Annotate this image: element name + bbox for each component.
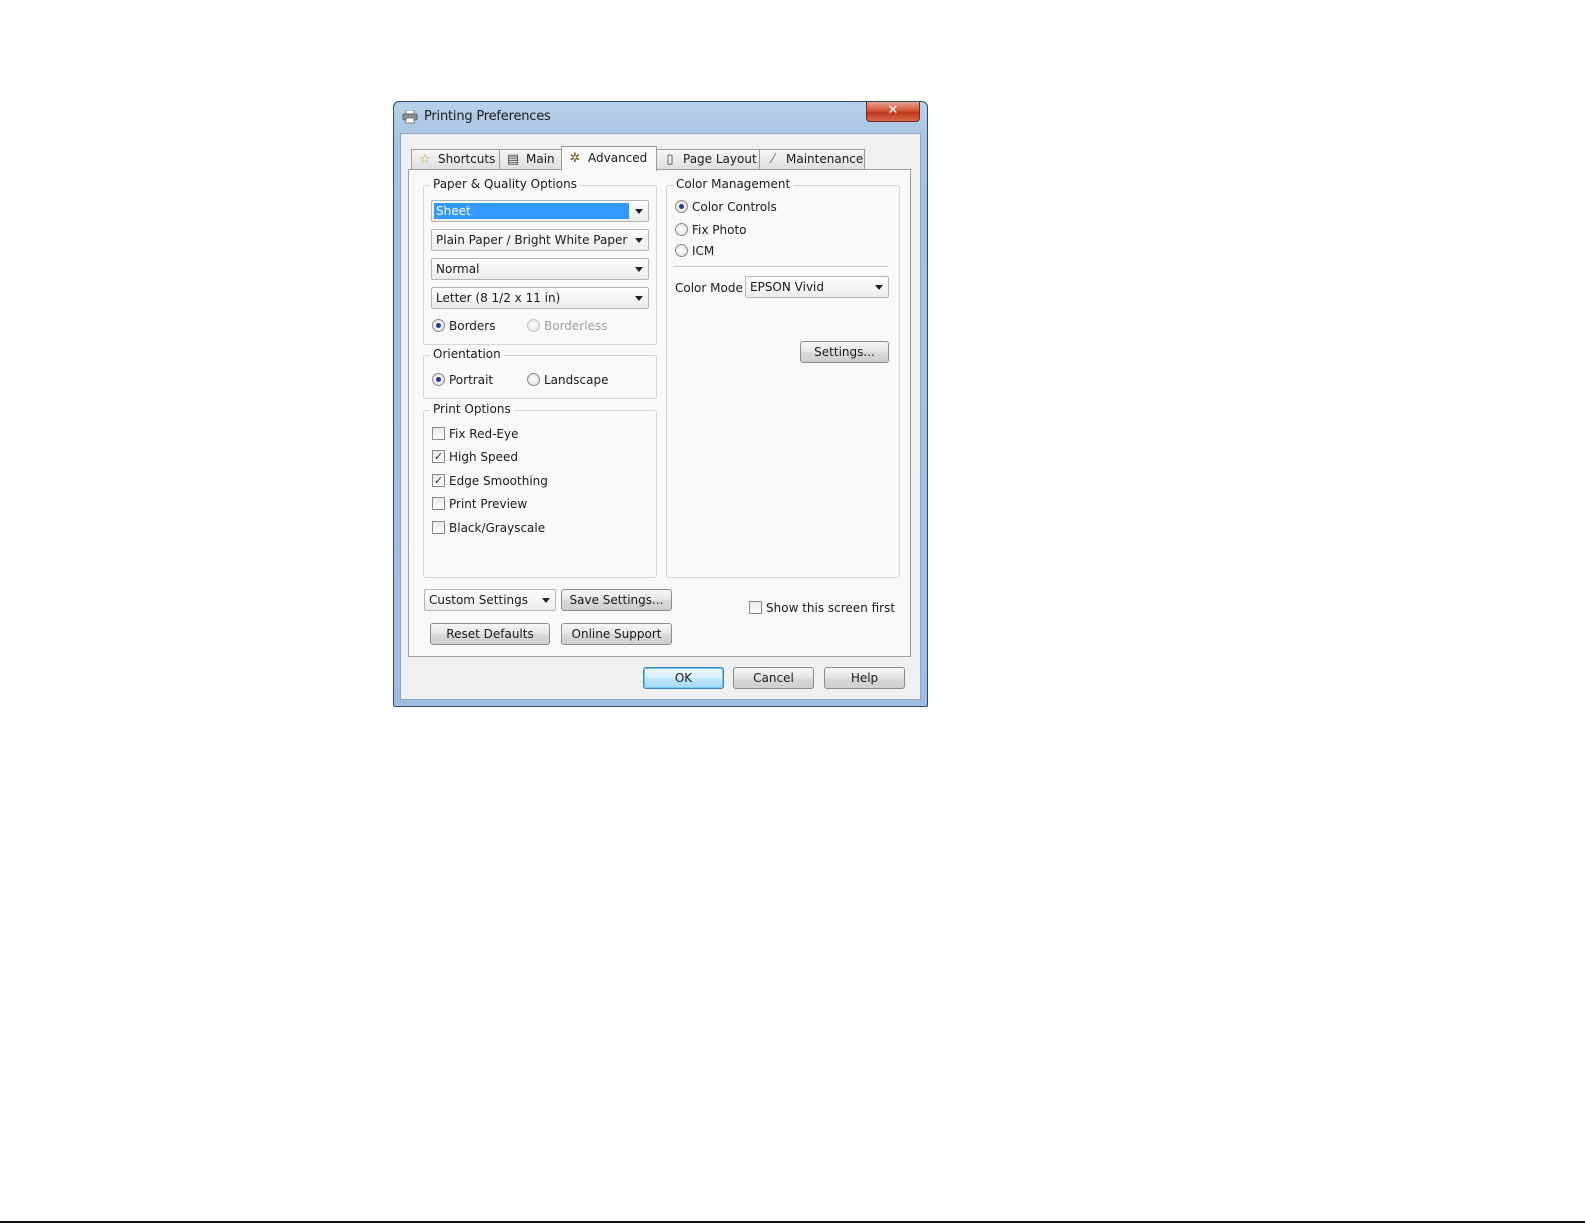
close-button[interactable]: ✕ [866, 102, 920, 122]
custom-settings-select[interactable]: Custom Settings [424, 589, 556, 611]
radio-indicator [527, 373, 540, 386]
select-value: Custom Settings [429, 593, 529, 607]
tab-page-layout[interactable]: ▯ Page Layout [656, 149, 760, 169]
fix-red-eye-checkbox[interactable]: Fix Red-Eye [432, 426, 518, 442]
paper-size-select[interactable]: Letter (8 1/2 x 11 in) [431, 287, 649, 309]
icm-radio[interactable]: ICM [675, 243, 714, 259]
show-screen-first-checkbox[interactable]: Show this screen first [749, 600, 895, 616]
close-icon: ✕ [887, 103, 899, 118]
tab-main[interactable]: ▤ Main [499, 149, 562, 169]
advanced-tab-panel: Paper & Quality Options Sheet Plain Pape… [408, 169, 911, 657]
checkbox-indicator [432, 521, 445, 534]
radio-label: Landscape [544, 373, 609, 387]
help-button[interactable]: Help [824, 667, 905, 689]
radio-label: Fix Photo [692, 223, 747, 237]
borderless-radio: Borderless [527, 318, 607, 334]
dialog-client-area: ☆ Shortcuts ▤ Main ✲ Advanced ▯ Page Layout … [400, 133, 921, 700]
print-options-group: Print Options Fix Red-Eye ✓ High Speed ✓ E… [423, 402, 657, 578]
chevron-down-icon [875, 285, 883, 290]
checkbox-indicator [749, 601, 762, 614]
printing-preferences-dialog: Printing Preferences ✕ ☆ Shortcuts ▤ Main … [393, 101, 928, 707]
chevron-down-icon [635, 238, 643, 243]
checkbox-label: Fix Red-Eye [449, 427, 519, 441]
portrait-radio[interactable]: Portrait [432, 372, 493, 388]
high-speed-checkbox[interactable]: ✓ High Speed [432, 449, 518, 465]
group-label: Color Management [673, 177, 794, 191]
select-value: Normal [436, 262, 480, 276]
radio-indicator [675, 223, 688, 236]
group-label: Paper & Quality Options [430, 177, 580, 191]
divider [674, 266, 888, 268]
landscape-radio[interactable]: Landscape [527, 372, 608, 388]
tab-label: Advanced [588, 151, 648, 165]
radio-indicator [675, 244, 688, 257]
page-icon: ▯ [666, 152, 674, 167]
black-grayscale-checkbox[interactable]: Black/Grayscale [432, 520, 545, 536]
radio-label: Borderless [544, 319, 608, 333]
group-label: Orientation [430, 347, 504, 361]
tab-label: Main [526, 152, 555, 166]
radio-indicator [432, 319, 445, 332]
radio-label: Portrait [449, 373, 494, 387]
select-value: Plain Paper / Bright White Paper [436, 233, 628, 247]
gears-icon: ✲ [569, 151, 581, 166]
radio-label: ICM [692, 244, 715, 258]
wrench-icon: ⁄ [771, 152, 775, 167]
checkbox-indicator: ✓ [432, 450, 445, 463]
tab-maintenance[interactable]: ⁄ Maintenance [759, 149, 865, 169]
ok-button[interactable]: OK [643, 667, 724, 689]
color-settings-button[interactable]: Settings... [800, 341, 889, 363]
star-icon: ☆ [419, 152, 431, 167]
checkbox-indicator: ✓ [432, 474, 445, 487]
chevron-down-icon [542, 598, 550, 603]
checkbox-label: Print Preview [449, 497, 528, 511]
radio-indicator [432, 373, 445, 386]
checkbox-label: Show this screen first [766, 601, 896, 615]
select-value: Letter (8 1/2 x 11 in) [436, 291, 561, 305]
title-bar[interactable]: Printing Preferences ✕ [394, 102, 927, 132]
fix-photo-radio[interactable]: Fix Photo [675, 222, 747, 238]
color-mode-label: Color Mode [675, 281, 743, 295]
chevron-down-icon [635, 296, 643, 301]
paper-source-select[interactable]: Sheet [431, 200, 649, 222]
group-label: Print Options [430, 402, 514, 416]
paper-quality-group: Paper & Quality Options Sheet Plain Pape… [423, 177, 657, 345]
color-controls-radio[interactable]: Color Controls [675, 199, 777, 215]
tab-label: Page Layout [683, 152, 757, 166]
checkbox-indicator [432, 427, 445, 440]
borders-radio[interactable]: Borders [432, 318, 495, 334]
checkbox-label: Black/Grayscale [449, 521, 546, 535]
radio-label: Color Controls [692, 200, 777, 214]
checkbox-label: High Speed [449, 450, 519, 464]
tab-label: Maintenance [786, 152, 864, 166]
paper-type-select[interactable]: Plain Paper / Bright White Paper [431, 229, 649, 251]
tab-shortcuts[interactable]: ☆ Shortcuts [411, 149, 500, 169]
select-value: Sheet [434, 203, 629, 219]
page-bottom-rule [0, 1221, 1585, 1223]
printer-icon: ▤ [506, 152, 520, 167]
orientation-group: Orientation Portrait Landscape [423, 347, 657, 399]
checkbox-indicator [432, 497, 445, 510]
print-preview-checkbox[interactable]: Print Preview [432, 496, 527, 512]
window-title: Printing Preferences [424, 109, 551, 124]
tab-label: Shortcuts [438, 152, 496, 166]
color-management-group: Color Management Color Controls Fix Phot… [666, 177, 900, 578]
online-support-button[interactable]: Online Support [561, 623, 672, 645]
save-settings-button[interactable]: Save Settings... [561, 589, 672, 611]
edge-smoothing-checkbox[interactable]: ✓ Edge Smoothing [432, 473, 548, 489]
color-mode-select[interactable]: EPSON Vivid [745, 276, 889, 298]
checkbox-label: Edge Smoothing [449, 474, 548, 488]
chevron-down-icon [635, 267, 643, 272]
chevron-down-icon [635, 209, 643, 214]
cancel-button[interactable]: Cancel [733, 667, 814, 689]
select-value: EPSON Vivid [750, 280, 825, 294]
radio-indicator [527, 319, 540, 332]
tab-advanced[interactable]: ✲ Advanced [561, 146, 657, 171]
radio-indicator [675, 200, 688, 213]
reset-defaults-button[interactable]: Reset Defaults [430, 623, 550, 645]
quality-select[interactable]: Normal [431, 258, 649, 280]
radio-label: Borders [449, 319, 496, 333]
printer-icon [402, 110, 418, 124]
